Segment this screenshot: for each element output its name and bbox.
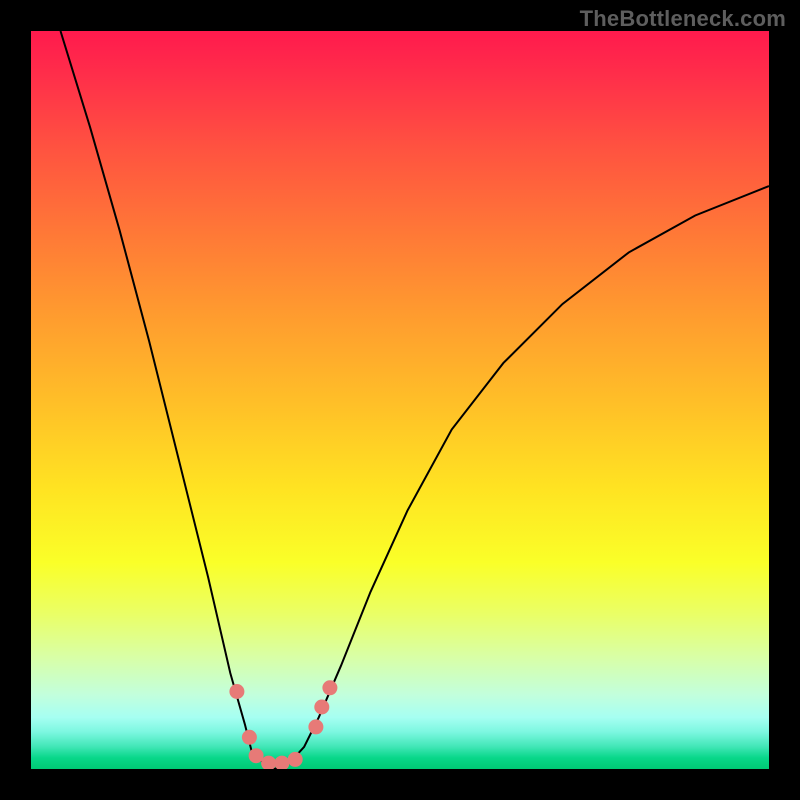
- watermark-text: TheBottleneck.com: [580, 6, 786, 32]
- curve-marker: [249, 748, 264, 763]
- curve-marker: [274, 756, 289, 769]
- curve-marker: [314, 700, 329, 715]
- curve-marker: [322, 680, 337, 695]
- curve-marker: [229, 684, 244, 699]
- curve-marker: [288, 752, 303, 767]
- curve-marker: [242, 730, 257, 745]
- bottleneck-curve: [61, 31, 770, 769]
- curve-marker: [308, 719, 323, 734]
- chart-frame: TheBottleneck.com: [0, 0, 800, 800]
- curve-layer: [31, 31, 769, 769]
- plot-area: [31, 31, 769, 769]
